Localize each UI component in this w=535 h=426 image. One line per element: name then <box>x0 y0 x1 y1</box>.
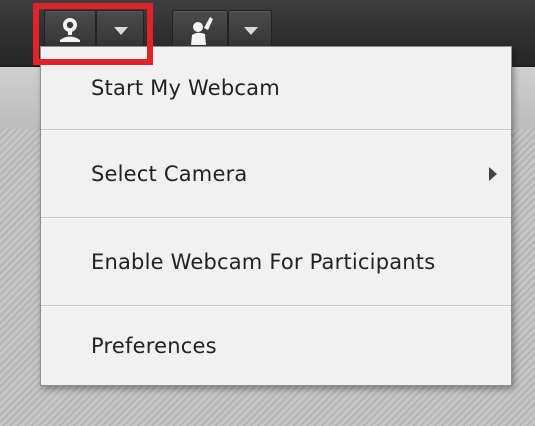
submenu-arrow-icon <box>489 167 497 181</box>
menu-item-select-camera[interactable]: Select Camera <box>41 131 511 217</box>
highlight-box <box>33 3 153 65</box>
menu-item-label: Start My Webcam <box>91 76 280 100</box>
dropdown-arrow-icon <box>244 27 258 35</box>
menu-item-label: Enable Webcam For Participants <box>91 250 436 274</box>
webcam-dropdown-menu: Start My Webcam Select Camera Enable Web… <box>40 46 512 386</box>
raise-hand-icon <box>191 17 213 45</box>
raise-hand-button[interactable] <box>172 10 228 50</box>
menu-item-enable-webcam-for-participants[interactable]: Enable Webcam For Participants <box>41 219 511 305</box>
menu-item-preferences[interactable]: Preferences <box>41 307 511 385</box>
raise-hand-menu-button[interactable] <box>228 10 272 50</box>
menu-item-label: Preferences <box>91 334 217 358</box>
menu-item-label: Select Camera <box>91 162 248 186</box>
